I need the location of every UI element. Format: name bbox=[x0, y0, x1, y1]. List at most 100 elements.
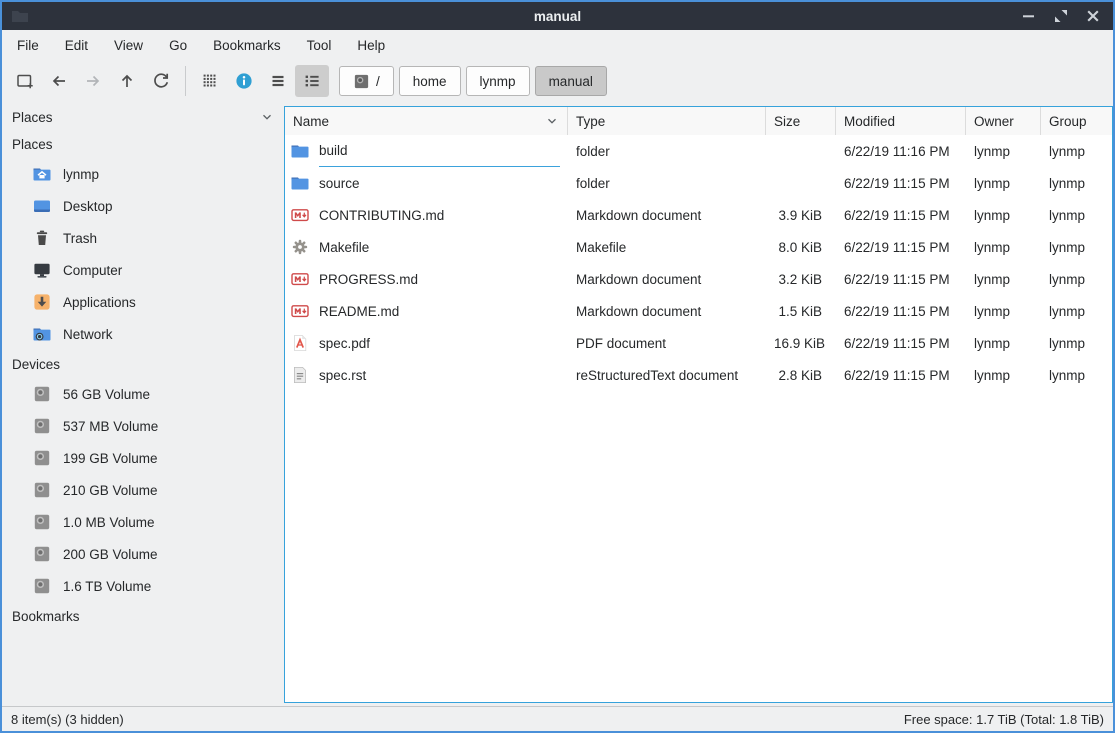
icon-view-button[interactable] bbox=[193, 65, 227, 97]
arrow-up-icon bbox=[117, 71, 137, 91]
file-row-spec-pdf[interactable]: spec.pdfPDF document16.9 KiB6/22/19 11:1… bbox=[285, 327, 1112, 359]
file-row-readme-md[interactable]: README.mdMarkdown document1.5 KiB6/22/19… bbox=[285, 295, 1112, 327]
menubar: FileEditViewGoBookmarksToolHelp bbox=[2, 30, 1113, 60]
file-owner-cell: lynmp bbox=[966, 304, 1041, 319]
file-group-cell: lynmp bbox=[1041, 176, 1112, 191]
column-header-owner[interactable]: Owner bbox=[966, 107, 1041, 135]
column-header-label: Group bbox=[1049, 114, 1087, 129]
file-name-cell[interactable]: spec.pdf bbox=[285, 327, 568, 359]
new-window-button[interactable] bbox=[8, 65, 42, 97]
compact-view-button[interactable] bbox=[261, 65, 295, 97]
file-row-progress-md[interactable]: PROGRESS.mdMarkdown document3.2 KiB6/22/… bbox=[285, 263, 1112, 295]
sidebar-item-537-mb-volume[interactable]: 537 MB Volume bbox=[2, 410, 284, 442]
item-count-text: 8 item(s) (3 hidden) bbox=[11, 712, 124, 727]
sidebar-item-199-gb-volume[interactable]: 199 GB Volume bbox=[2, 442, 284, 474]
sidebar-item-label: 1.6 TB Volume bbox=[63, 579, 151, 594]
file-name-label: spec.pdf bbox=[319, 336, 370, 351]
file-name-cell[interactable]: README.md bbox=[285, 295, 568, 327]
path-button-manual[interactable]: manual bbox=[535, 66, 607, 96]
volume-icon bbox=[32, 480, 52, 500]
file-name-cell[interactable]: build bbox=[285, 135, 568, 167]
menu-file[interactable]: File bbox=[4, 34, 52, 57]
sidebar-section-devices[interactable]: Devices bbox=[2, 350, 284, 378]
path-button-home[interactable]: home bbox=[399, 66, 461, 96]
file-type-cell: Makefile bbox=[568, 240, 766, 255]
desktop-icon bbox=[32, 196, 52, 216]
file-owner-cell: lynmp bbox=[966, 176, 1041, 191]
file-row-source[interactable]: sourcefolder6/22/19 11:15 PMlynmplynmp bbox=[285, 167, 1112, 199]
file-name-cell[interactable]: Makefile bbox=[285, 231, 568, 263]
toolbar-separator bbox=[185, 66, 186, 96]
minimize-button[interactable] bbox=[1015, 5, 1043, 27]
file-name-label: README.md bbox=[319, 304, 399, 319]
column-header-modified[interactable]: Modified bbox=[836, 107, 966, 135]
sidebar-item-network[interactable]: Network bbox=[2, 318, 284, 350]
file-modified-cell: 6/22/19 11:15 PM bbox=[836, 304, 966, 319]
sidebar-item-1-6-tb-volume[interactable]: 1.6 TB Volume bbox=[2, 570, 284, 602]
file-name-cell[interactable]: source bbox=[285, 167, 568, 199]
sidebar-item-1-0-mb-volume[interactable]: 1.0 MB Volume bbox=[2, 506, 284, 538]
file-group-cell: lynmp bbox=[1041, 336, 1112, 351]
file-row-makefile[interactable]: MakefileMakefile8.0 KiB6/22/19 11:15 PMl… bbox=[285, 231, 1112, 263]
markdown-icon bbox=[290, 269, 310, 289]
detailed-list-view-button[interactable] bbox=[295, 65, 329, 97]
sidebar-item-lynmp[interactable]: lynmp bbox=[2, 158, 284, 190]
file-name-cell[interactable]: spec.rst bbox=[285, 359, 568, 391]
file-type-cell: folder bbox=[568, 176, 766, 191]
thumbnail-view-button[interactable] bbox=[227, 65, 261, 97]
menu-tool[interactable]: Tool bbox=[294, 34, 345, 57]
close-icon bbox=[1083, 6, 1103, 26]
sidebar-section-places[interactable]: Places bbox=[2, 130, 284, 158]
sidebar-mode-selector[interactable]: Places bbox=[2, 104, 284, 130]
reload-icon bbox=[151, 71, 171, 91]
column-header-label: Name bbox=[293, 114, 329, 129]
column-header-group[interactable]: Group bbox=[1041, 107, 1112, 135]
volume-icon bbox=[32, 544, 52, 564]
menu-edit[interactable]: Edit bbox=[52, 34, 101, 57]
menu-view[interactable]: View bbox=[101, 34, 156, 57]
column-header-name[interactable]: Name bbox=[285, 107, 568, 135]
column-header-label: Size bbox=[774, 114, 800, 129]
file-name-label: build bbox=[319, 143, 348, 158]
sidebar-item-label: 1.0 MB Volume bbox=[63, 515, 155, 530]
menu-bookmarks[interactable]: Bookmarks bbox=[200, 34, 294, 57]
close-button[interactable] bbox=[1079, 5, 1107, 27]
path-button-root[interactable]: / bbox=[339, 66, 394, 96]
pdf-icon bbox=[290, 333, 310, 353]
folder-icon bbox=[290, 173, 310, 193]
list-header: Name Type Size ModifiedOwner Group bbox=[285, 107, 1112, 135]
sidebar-item-applications[interactable]: Applications bbox=[2, 286, 284, 318]
file-row-spec-rst[interactable]: spec.rstreStructuredText document2.8 KiB… bbox=[285, 359, 1112, 391]
menu-go[interactable]: Go bbox=[156, 34, 200, 57]
column-header-size[interactable]: Size bbox=[766, 107, 836, 135]
computer-icon bbox=[32, 260, 52, 280]
up-button[interactable] bbox=[110, 65, 144, 97]
forward-button[interactable] bbox=[76, 65, 110, 97]
sidebar-item-trash[interactable]: Trash bbox=[2, 222, 284, 254]
file-name-cell[interactable]: PROGRESS.md bbox=[285, 263, 568, 295]
sidebar: Places PlaceslynmpDesktopTrashComputerAp… bbox=[2, 102, 284, 706]
applications-icon bbox=[32, 292, 52, 312]
sidebar-item-computer[interactable]: Computer bbox=[2, 254, 284, 286]
restore-button[interactable] bbox=[1047, 5, 1075, 27]
sidebar-section-bookmarks[interactable]: Bookmarks bbox=[2, 602, 284, 630]
sidebar-item-label: Trash bbox=[63, 231, 97, 246]
path-button-lynmp[interactable]: lynmp bbox=[466, 66, 530, 96]
sidebar-item-56-gb-volume[interactable]: 56 GB Volume bbox=[2, 378, 284, 410]
back-button[interactable] bbox=[42, 65, 76, 97]
rst-icon bbox=[290, 365, 310, 385]
reload-button[interactable] bbox=[144, 65, 178, 97]
sidebar-item-200-gb-volume[interactable]: 200 GB Volume bbox=[2, 538, 284, 570]
volume-icon bbox=[32, 416, 52, 436]
sidebar-item-210-gb-volume[interactable]: 210 GB Volume bbox=[2, 474, 284, 506]
sidebar-item-desktop[interactable]: Desktop bbox=[2, 190, 284, 222]
file-row-build[interactable]: buildfolder6/22/19 11:16 PMlynmplynmp bbox=[285, 135, 1112, 167]
gear-icon bbox=[290, 237, 310, 257]
column-header-type[interactable]: Type bbox=[568, 107, 766, 135]
statusbar: 8 item(s) (3 hidden) Free space: 1.7 TiB… bbox=[2, 706, 1113, 731]
menu-help[interactable]: Help bbox=[344, 34, 398, 57]
file-name-cell[interactable]: CONTRIBUTING.md bbox=[285, 199, 568, 231]
titlebar[interactable]: manual bbox=[2, 2, 1113, 30]
file-row-contributing-md[interactable]: CONTRIBUTING.mdMarkdown document3.9 KiB6… bbox=[285, 199, 1112, 231]
file-owner-cell: lynmp bbox=[966, 272, 1041, 287]
